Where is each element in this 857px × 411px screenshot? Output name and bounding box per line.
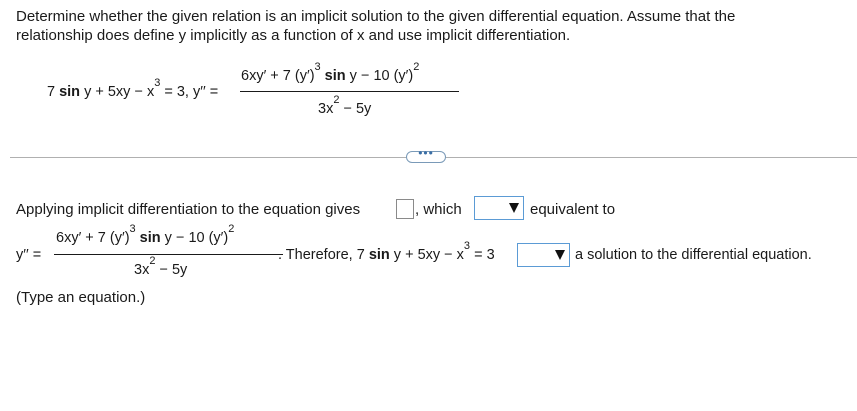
y-double-prime-label: y′′ = — [16, 247, 42, 263]
instruction-line-1: Determine whether the given relation is … — [16, 8, 736, 25]
chevron-down-icon — [555, 250, 565, 260]
ode-denominator: 3x2 − 5y — [318, 94, 372, 118]
answer-denominator: 3x2 − 5y — [134, 255, 188, 279]
which-text: , which — [415, 201, 462, 218]
hint-text: (Type an equation.) — [16, 289, 146, 306]
equation-answer-box[interactable] — [396, 199, 414, 219]
equivalent-dropdown[interactable] — [474, 196, 524, 220]
ode-fraction-bar — [240, 91, 459, 92]
answer-numerator: 6xy′ + 7 (y′)3 sin y − 10 (y′)2 — [56, 223, 235, 247]
solution-dropdown[interactable] — [517, 243, 570, 267]
chevron-down-icon — [509, 203, 519, 213]
equivalent-text: equivalent to — [530, 201, 616, 218]
answer-fraction-bar — [54, 254, 283, 255]
more-button[interactable]: ••• — [406, 146, 446, 163]
instruction-line-2: relationship does define y implicitly as… — [16, 27, 571, 44]
given-relation: 7 sin y + 5xy − x3 = 3, y′′ = — [47, 77, 219, 101]
answer-lead-text: Applying implicit differentiation to the… — [16, 201, 361, 218]
solution-text: a solution to the differential equation. — [575, 247, 812, 263]
therefore-text: . Therefore, 7 sin y + 5xy − x3 = 3 — [278, 240, 495, 264]
ode-numerator: 6xy′ + 7 (y′)3 sin y − 10 (y′)2 — [241, 61, 420, 85]
